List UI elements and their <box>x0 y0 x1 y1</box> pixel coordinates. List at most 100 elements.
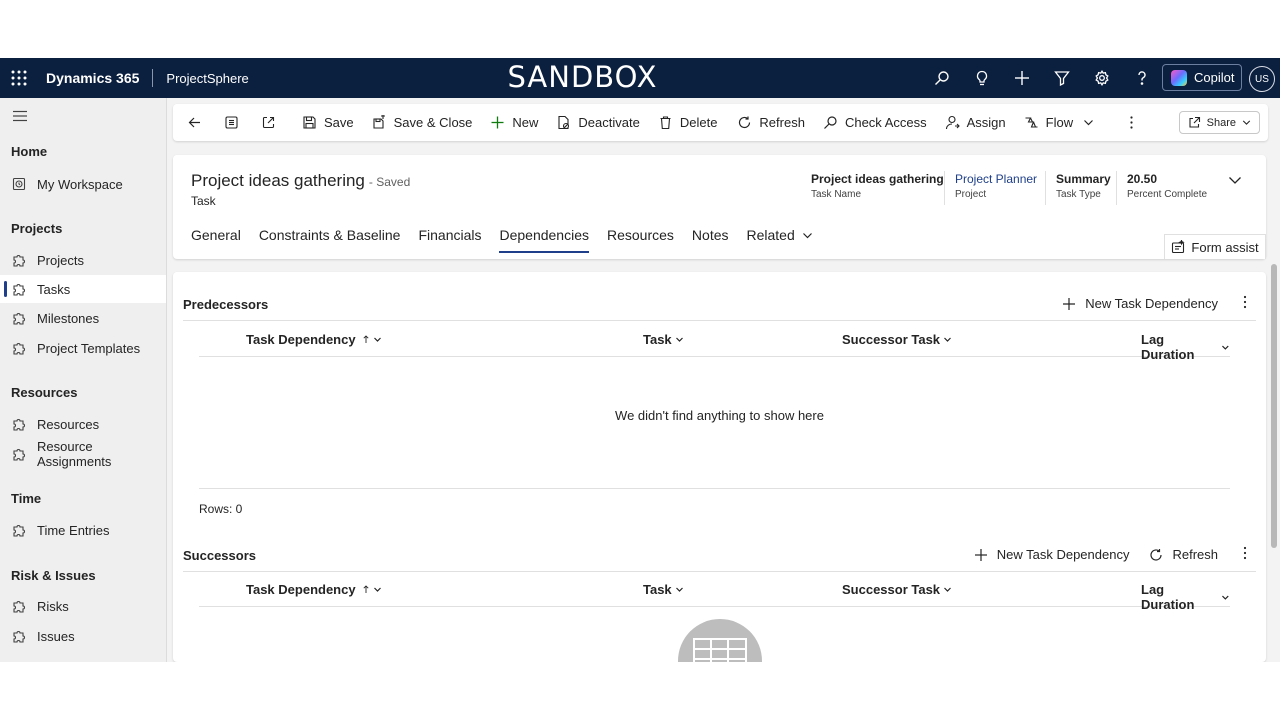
form-list-icon <box>225 116 238 129</box>
divider <box>1116 171 1117 205</box>
new-task-dependency-button[interactable]: New Task Dependency <box>974 547 1129 562</box>
column-header-task-dependency[interactable]: Task Dependency <box>246 582 382 597</box>
refresh-grid-button[interactable]: Refresh <box>1149 547 1218 562</box>
bottom-margin <box>0 662 1280 720</box>
sidebar-item-project-templates[interactable]: Project Templates <box>0 334 166 362</box>
more-options-button[interactable] <box>1238 546 1252 563</box>
chevron-down-icon <box>944 587 951 592</box>
deactivate-button[interactable]: Deactivate <box>546 104 647 141</box>
save-button[interactable]: Save <box>284 104 362 141</box>
successors-title: Successors <box>183 548 256 563</box>
column-header-task[interactable]: Task <box>643 582 684 597</box>
tab-notes[interactable]: Notes <box>692 225 729 255</box>
back-button[interactable] <box>173 104 210 141</box>
filter-icon[interactable] <box>1042 58 1082 98</box>
puzzle-icon <box>13 631 25 643</box>
chevron-down-icon <box>373 587 381 592</box>
column-header-lag-duration[interactable]: Lag Duration <box>1141 332 1230 362</box>
successors-grid-header: Task Dependency Task Successor Task Lag … <box>199 571 1230 612</box>
tab-financials[interactable]: Financials <box>418 225 481 255</box>
form-selector-button[interactable] <box>210 104 247 141</box>
share-button[interactable]: Share <box>1178 111 1260 134</box>
new-button[interactable]: New <box>480 104 546 141</box>
sidebar-item-time-entries[interactable]: Time Entries <box>0 516 166 544</box>
divider <box>199 488 1230 489</box>
help-icon[interactable] <box>1122 58 1162 98</box>
tab-related[interactable]: Related <box>747 225 813 255</box>
sidebar-item-resources[interactable]: Resources <box>0 410 166 438</box>
delete-label: Delete <box>679 115 718 130</box>
column-header-task[interactable]: Task <box>643 332 684 347</box>
sort-ascending-icon <box>363 335 369 344</box>
chevron-down-icon <box>675 337 683 342</box>
copilot-button[interactable]: Copilot <box>1162 64 1242 91</box>
copilot-icon <box>1171 69 1187 86</box>
save-icon <box>303 116 316 129</box>
tab-dependencies[interactable]: Dependencies <box>499 225 589 255</box>
puzzle-icon <box>13 255 25 267</box>
tab-resources[interactable]: Resources <box>607 225 674 255</box>
column-header-lag-duration[interactable]: Lag Duration <box>1141 582 1230 612</box>
form-assist-button[interactable]: Form assist <box>1164 234 1266 259</box>
search-icon[interactable] <box>922 58 962 98</box>
trash-icon <box>660 116 671 130</box>
puzzle-icon <box>13 449 25 461</box>
avatar[interactable]: US <box>1249 66 1275 92</box>
form-assist-label: Form assist <box>1191 239 1259 255</box>
form-assist-icon <box>1172 240 1186 254</box>
column-header-successor-task[interactable]: Successor Task <box>842 332 952 347</box>
tab-general[interactable]: General <box>191 225 241 255</box>
copilot-label: Copilot <box>1194 70 1235 85</box>
column-label: Lag Duration <box>1141 332 1195 362</box>
expand-header-chevron-icon[interactable] <box>1228 173 1242 187</box>
new-task-dependency-button[interactable]: New Task Dependency <box>1062 296 1218 311</box>
open-in-new-window-icon <box>262 116 275 129</box>
lightbulb-icon[interactable] <box>962 58 1002 98</box>
sidebar-item-label: Projects <box>37 252 84 268</box>
vertical-scrollbar[interactable] <box>1271 264 1277 548</box>
header-field-label: Task Name <box>811 189 862 200</box>
chevron-down-icon <box>1084 120 1094 126</box>
record-title: Project ideas gathering <box>191 171 365 190</box>
sidebar-item-label: Project Templates <box>37 340 141 356</box>
nav-group-resources: Resources <box>11 385 78 400</box>
more-commands-button[interactable] <box>1102 104 1147 141</box>
header-field-task-name: Project ideas gathering Task Name <box>811 172 944 200</box>
gear-icon[interactable] <box>1082 58 1122 98</box>
chevron-down-icon <box>944 337 951 342</box>
save-and-close-button[interactable]: Save & Close <box>362 104 481 141</box>
sidebar-item-label: Issues <box>37 628 75 644</box>
open-in-new-window-button[interactable] <box>247 104 284 141</box>
column-label: Task <box>643 582 672 597</box>
empty-grid-illustration-icon <box>678 619 762 662</box>
column-header-successor-task[interactable]: Successor Task <box>842 582 952 597</box>
header-field-percent-complete: 20.50 Percent Complete <box>1127 172 1207 200</box>
chevron-down-icon <box>1222 345 1229 350</box>
column-header-task-dependency[interactable]: Task Dependency <box>246 332 382 347</box>
flow-button[interactable]: Flow <box>1014 104 1102 141</box>
sidebar-item-issues[interactable]: Issues <box>0 622 166 650</box>
delete-button[interactable]: Delete <box>648 104 726 141</box>
more-options-button[interactable] <box>1238 295 1252 312</box>
header-field-task-type: Summary Task Type <box>1056 172 1111 200</box>
sidebar-item-resource-assignments[interactable]: Resource Assignments <box>0 439 166 469</box>
divider <box>944 171 945 205</box>
puzzle-icon <box>13 343 25 355</box>
check-access-button[interactable]: Check Access <box>813 104 935 141</box>
sidebar-item-label: Resource Assignments <box>37 439 112 469</box>
tab-constraints-baseline[interactable]: Constraints & Baseline <box>259 225 401 255</box>
sidebar-item-label: Resources <box>37 416 100 432</box>
header-field-value: Summary <box>1056 172 1111 186</box>
sidebar-item-projects[interactable]: Projects <box>0 246 166 274</box>
plus-icon[interactable] <box>1002 58 1042 98</box>
hamburger-icon[interactable] <box>12 110 28 122</box>
sidebar-item-risks[interactable]: Risks <box>0 592 166 620</box>
project-link[interactable]: Project Planner <box>955 172 1037 186</box>
sidebar-item-milestones[interactable]: Milestones <box>0 304 166 332</box>
sidebar-item-tasks[interactable]: Tasks <box>0 275 166 303</box>
more-vertical-icon <box>1130 116 1133 129</box>
refresh-button[interactable]: Refresh <box>725 104 813 141</box>
check-access-label: Check Access <box>844 115 927 130</box>
assign-button[interactable]: Assign <box>935 104 1014 141</box>
sidebar-item-my-workspace[interactable]: My Workspace <box>0 170 166 198</box>
